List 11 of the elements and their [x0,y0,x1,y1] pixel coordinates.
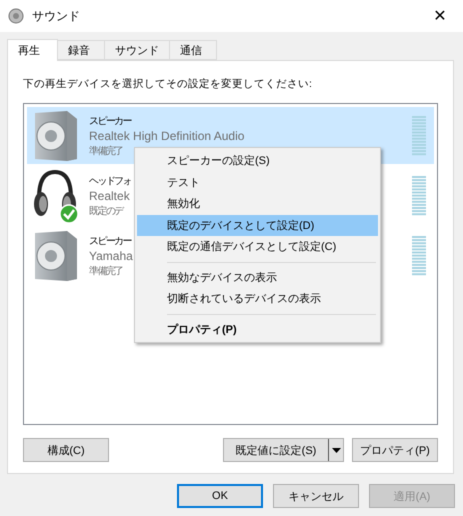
device-status: 既定のデ [89,204,123,218]
device-name: スピーカー [89,114,132,128]
device-status: 準備完了 [89,144,123,158]
device-status: 準備完了 [89,264,123,278]
device-driver: Yamaha [89,248,133,262]
device-driver: Realtek [89,188,130,202]
device-driver: Realtek High Definition Audio [89,128,244,142]
device-name: ヘッドフォ [89,174,132,188]
instruction-text: 下の再生デバイスを選択してその設定を変更してください: [23,77,313,91]
window-title: サウンド [32,8,81,24]
device-name: スピーカー [89,234,132,248]
